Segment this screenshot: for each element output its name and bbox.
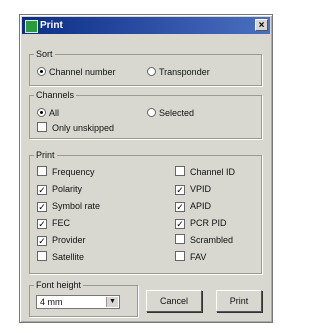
check-mark-icon: ✓ bbox=[37, 185, 47, 195]
check-mark-icon: ✓ bbox=[175, 202, 185, 212]
font-height-select[interactable]: 4 mm ▼ bbox=[36, 295, 120, 309]
pcr-pid-checkbox[interactable]: ✓ PCR PID bbox=[175, 217, 227, 229]
sort-legend: Sort bbox=[34, 48, 55, 60]
font-height-legend: Font height bbox=[34, 279, 84, 291]
checkbox-box bbox=[37, 166, 47, 176]
checkbox-box bbox=[175, 166, 185, 176]
close-button[interactable]: × bbox=[255, 19, 268, 31]
sort-channel-number-radio[interactable]: Channel number bbox=[37, 66, 116, 78]
checkbox-box bbox=[37, 251, 47, 261]
satellite-checkbox[interactable]: Satellite bbox=[37, 251, 84, 263]
checkbox-label: Symbol rate bbox=[52, 201, 101, 211]
radio-indicator bbox=[37, 108, 46, 117]
channels-selected-radio[interactable]: Selected bbox=[147, 107, 194, 119]
checkbox-label: Scrambled bbox=[190, 235, 234, 245]
checkbox-label: VPID bbox=[190, 184, 212, 194]
checkbox-label: FEC bbox=[52, 218, 70, 228]
checkbox-label: Provider bbox=[52, 235, 86, 245]
radio-label: Transponder bbox=[159, 67, 210, 77]
only-unskipped-checkbox[interactable]: Only unskipped bbox=[37, 122, 114, 134]
cancel-button[interactable]: Cancel bbox=[146, 290, 202, 312]
check-mark-icon: ✓ bbox=[37, 236, 47, 246]
vpid-checkbox[interactable]: ✓ VPID bbox=[175, 183, 211, 195]
frequency-checkbox[interactable]: Frequency bbox=[37, 166, 95, 178]
check-mark-icon: ✓ bbox=[37, 219, 47, 229]
radio-label: Selected bbox=[159, 108, 195, 118]
check-mark-icon: ✓ bbox=[175, 219, 185, 229]
apid-checkbox[interactable]: ✓ APID bbox=[175, 200, 211, 212]
check-mark-icon: ✓ bbox=[175, 185, 185, 195]
channels-all-radio[interactable]: All bbox=[37, 107, 59, 119]
channel-id-checkbox[interactable]: Channel ID bbox=[175, 166, 235, 178]
symbol-rate-checkbox[interactable]: ✓ Symbol rate bbox=[37, 200, 100, 212]
check-mark-icon: ✓ bbox=[37, 202, 47, 212]
window-title: Print bbox=[40, 20, 63, 31]
checkbox-label: Polarity bbox=[52, 184, 83, 194]
channels-legend: Channels bbox=[34, 89, 77, 101]
checkbox-box bbox=[37, 122, 47, 132]
radio-indicator bbox=[147, 67, 156, 76]
dropdown-arrow-icon[interactable]: ▼ bbox=[106, 297, 118, 307]
radio-indicator bbox=[37, 67, 46, 76]
checkbox-label: Channel ID bbox=[190, 167, 236, 177]
radio-indicator bbox=[147, 108, 156, 117]
checkbox-label: Only unskipped bbox=[52, 123, 115, 133]
title-bar[interactable]: Print × bbox=[22, 17, 270, 34]
checkbox-label: Frequency bbox=[52, 167, 95, 177]
fav-checkbox[interactable]: FAV bbox=[175, 251, 206, 263]
checkbox-label: APID bbox=[190, 201, 212, 211]
sort-transponder-radio[interactable]: Transponder bbox=[147, 66, 210, 78]
scrambled-checkbox[interactable]: Scrambled bbox=[175, 234, 233, 246]
checkbox-box bbox=[175, 234, 185, 244]
app-icon bbox=[25, 20, 38, 33]
print-button[interactable]: Print bbox=[216, 290, 262, 312]
checkbox-label: FAV bbox=[190, 252, 207, 262]
checkbox-box bbox=[175, 251, 185, 261]
print-legend: Print bbox=[34, 149, 57, 161]
polarity-checkbox[interactable]: ✓ Polarity bbox=[37, 183, 82, 195]
font-height-value: 4 mm bbox=[40, 297, 63, 307]
radio-label: Channel number bbox=[49, 67, 116, 77]
radio-label: All bbox=[49, 108, 60, 118]
fec-checkbox[interactable]: ✓ FEC bbox=[37, 217, 70, 229]
provider-checkbox[interactable]: ✓ Provider bbox=[37, 234, 86, 246]
checkbox-label: Satellite bbox=[52, 252, 85, 262]
checkbox-label: PCR PID bbox=[190, 218, 227, 228]
